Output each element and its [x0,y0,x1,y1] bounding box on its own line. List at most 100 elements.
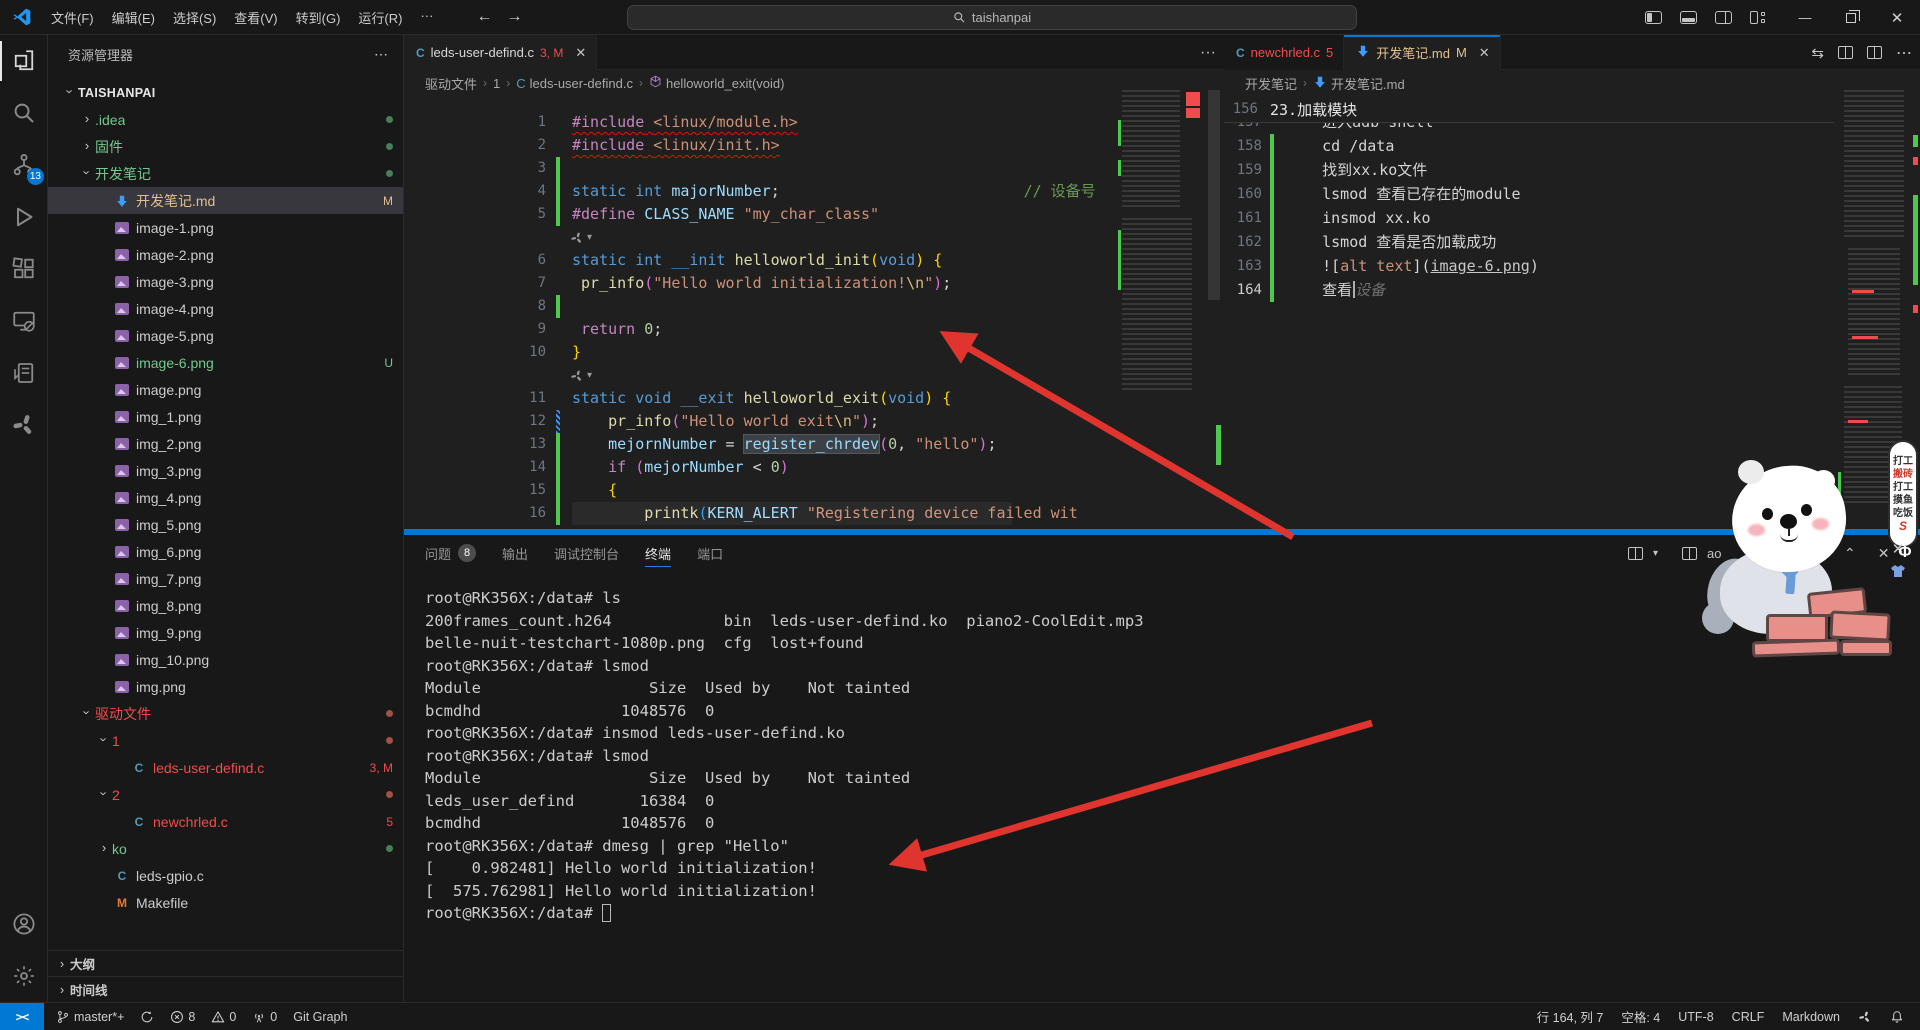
timeline-section[interactable]: ›时间线 [48,976,403,1002]
activity-settings-icon[interactable] [0,950,48,1002]
tree-item-image.png[interactable]: image.png [48,376,403,403]
menu-item-2[interactable]: 选择(S) [164,4,225,31]
command-center-search[interactable]: taishanpai [627,5,1357,30]
status-git-graph[interactable]: Git Graph [293,1010,347,1024]
inline-ai-suggestion-widget[interactable]: ▾ [404,364,1224,387]
md-line-164[interactable]: 164 查看设备 [1224,278,1834,302]
pet-speech-bubble[interactable]: 打工搬砖打工摸鱼吃饭S [1888,440,1918,548]
scrollbar[interactable] [1208,90,1220,300]
markdown-preview-icon[interactable] [1838,46,1853,59]
window-restore-button[interactable] [1828,0,1874,35]
status-eol[interactable]: CRLF [1732,1010,1765,1024]
code-line-16[interactable]: 16 printk(KERN_ALERT "Registering device… [404,502,1224,525]
activity-run-debug-icon[interactable] [0,191,48,243]
tree-item-img_9.png[interactable]: img_9.png [48,619,403,646]
nav-forward-icon[interactable]: → [506,8,522,26]
activity-source-control-icon[interactable]: 13 [0,139,48,191]
code-line-9[interactable]: 9 return 0; [404,318,1224,341]
window-minimize-button[interactable]: — [1782,0,1828,35]
activity-extensions-icon[interactable] [0,243,48,295]
status-errors[interactable]: 8 [170,1010,195,1024]
editor-more-actions-icon[interactable]: ··· [1200,44,1216,62]
tree-item-leds-gpio.c[interactable]: Cleds-gpio.c [48,862,403,889]
md-line-161[interactable]: 161 insmod xx.ko [1224,206,1834,230]
tree-item-img_8.png[interactable]: img_8.png [48,592,403,619]
code-line-12[interactable]: 12 pr_info("Hello world exit\n"); [404,410,1224,433]
activity-explorer-icon[interactable] [0,35,48,87]
status-git-branch[interactable]: master*+ [56,1010,124,1024]
tree-item-image-6.png[interactable]: image-6.pngU [48,349,403,376]
activity-account-icon[interactable] [0,898,48,950]
tree-item-img.png[interactable]: img.png [48,673,403,700]
tree-item-.idea[interactable]: ›.idea [48,106,403,133]
tree-item-image-3.png[interactable]: image-3.png [48,268,403,295]
tree-item-开发笔记.md[interactable]: 开发笔记.mdM [48,187,403,214]
status-warnings[interactable]: 0 [211,1010,236,1024]
tree-item-img_6.png[interactable]: img_6.png [48,538,403,565]
panel-tab-问题[interactable]: 问题8 [425,535,476,571]
breadcrumb-item[interactable]: helloworld_exit(void) [649,75,785,91]
panel-tab-输出[interactable]: 输出 [502,535,528,571]
status-language-mode[interactable]: Markdown [1782,1010,1840,1024]
code-line-2[interactable]: 2#include <linux/init.h> [404,134,1224,157]
code-line-10[interactable]: 10} [404,341,1224,364]
tree-item-leds-user-defind.c[interactable]: Cleds-user-defind.c3, M [48,754,403,781]
menu-item-3[interactable]: 查看(V) [225,4,286,31]
status-ai-status[interactable] [1858,1010,1872,1024]
md-line-162[interactable]: 162 lsmod 查看是否加载成功 [1224,230,1834,254]
tree-item-1[interactable]: ›1 [48,727,403,754]
code-line-14[interactable]: 14 if (mejorNumber < 0) [404,456,1224,479]
tree-item-TAISHANPAI[interactable]: ›TAISHANPAI [48,79,403,106]
tree-item-image-1.png[interactable]: image-1.png [48,214,403,241]
panel-tab-端口[interactable]: 端口 [697,535,723,571]
nav-back-icon[interactable]: ← [476,8,492,26]
tree-item-image-2.png[interactable]: image-2.png [48,241,403,268]
status-indentation[interactable]: 空格: 4 [1621,1007,1660,1026]
menu-item-5[interactable]: 运行(R) [349,4,411,31]
window-close-button[interactable]: ✕ [1874,0,1920,35]
breadcrumb-item[interactable]: 1 [493,76,500,91]
minimap[interactable] [1122,90,1206,400]
code-line-8[interactable]: 8 [404,295,1224,318]
code-line-7[interactable]: 7 pr_info("Hello world initialization!\n… [404,272,1224,295]
code-line-3[interactable]: 3 [404,157,1224,180]
tree-item-固件[interactable]: ›固件 [48,133,403,160]
md-line-163[interactable]: 163 ![alt text](image-6.png) [1224,254,1834,278]
split-editor-icon[interactable] [1867,46,1882,59]
tree-item-image-5.png[interactable]: image-5.png [48,322,403,349]
remote-indicator[interactable]: >< [0,1003,44,1030]
panel-resize-sash[interactable] [404,529,1920,535]
tree-item-ko[interactable]: ›ko [48,835,403,862]
toggle-panel-icon[interactable] [1680,11,1697,24]
tree-item-newchrled.c[interactable]: Cnewchrled.c5 [48,808,403,835]
pet-phi-icon[interactable]: Φ [1898,544,1911,562]
tree-item-2[interactable]: ›2 [48,781,403,808]
md-line-160[interactable]: 160 lsmod 查看已存在的module [1224,182,1834,206]
tab-开发笔记.md[interactable]: 开发笔记.mdM✕ [1344,35,1500,70]
inline-ai-suggestion-widget[interactable]: ▾ [404,226,1224,249]
tree-item-img_10.png[interactable]: img_10.png [48,646,403,673]
code-line-13[interactable]: 13 mejornNumber = register_chrdev(0, "he… [404,433,1224,456]
tree-item-img_4.png[interactable]: img_4.png [48,484,403,511]
breadcrumb-item[interactable]: 开发笔记 [1245,74,1297,93]
tree-item-image-4.png[interactable]: image-4.png [48,295,403,322]
menu-item-1[interactable]: 编辑(E) [103,4,164,31]
activity-search-icon[interactable] [0,87,48,139]
tree-item-img_5.png[interactable]: img_5.png [48,511,403,538]
md-line-158[interactable]: 158 cd /data [1224,134,1834,158]
explorer-more-actions-icon[interactable]: ⋯ [374,46,389,63]
panel-tab-终端[interactable]: 终端 [645,535,671,571]
tree-item-img_3.png[interactable]: img_3.png [48,457,403,484]
toggle-secondary-sidebar-icon[interactable] [1715,11,1732,24]
tree-item-img_2.png[interactable]: img_2.png [48,430,403,457]
activity-ai-assistant-icon[interactable] [0,399,48,451]
status-cursor-position[interactable]: 行 164, 列 7 [1537,1007,1604,1026]
activity-project-notes-icon[interactable] [0,347,48,399]
code-line-6[interactable]: 6static int __init helloworld_init(void)… [404,249,1224,272]
tab-leds-user-defind[interactable]: C leds-user-defind.c 3, M ✕ [404,35,597,70]
open-changes-icon[interactable]: ⇆ [1811,44,1824,62]
status-notifications[interactable] [1890,1010,1904,1024]
status-sync[interactable] [140,1010,154,1024]
menu-item-4[interactable]: 转到(G) [287,4,350,31]
code-line-4[interactable]: 4static int majorNumber; // 设备号 [404,180,1224,203]
